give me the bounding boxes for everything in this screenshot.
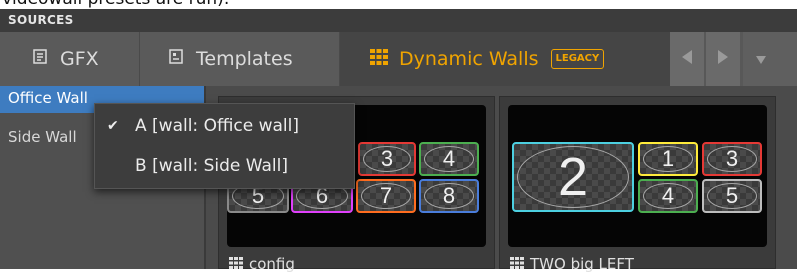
tab-gfx[interactable]: GFX xyxy=(0,32,139,86)
tab-dynamic-walls-label: Dynamic Walls xyxy=(399,48,539,70)
tab-templates[interactable]: Templates xyxy=(139,32,339,86)
preset-card-two-big-left[interactable]: 2 1 3 4 5 TWO big LEFT xyxy=(499,96,776,273)
wall-cell: 1 xyxy=(638,142,698,176)
templates-icon xyxy=(168,48,186,71)
wall-cell: 8 xyxy=(419,179,479,213)
wall-cell: 7 xyxy=(356,179,416,213)
menu-item-label: A [wall: Office wall] xyxy=(135,116,299,136)
grid-icon xyxy=(369,48,389,71)
checkmark-icon: ✔ xyxy=(107,118,119,134)
tab-gfx-label: GFX xyxy=(60,48,99,70)
tab-dynamic-walls[interactable]: Dynamic Walls LEGACY xyxy=(339,32,670,86)
wall-cell: 3 xyxy=(358,142,416,176)
preset-label: TWO big LEFT xyxy=(510,255,634,273)
menu-item-a-office-wall[interactable]: ✔ A [wall: Office wall] xyxy=(95,106,354,146)
gfx-icon xyxy=(32,48,50,71)
preset-label: config xyxy=(229,255,295,273)
triangle-left-icon xyxy=(681,49,693,69)
grid-icon xyxy=(510,255,524,273)
preset-name: config xyxy=(249,255,295,273)
wall-cell: 3 xyxy=(702,142,762,176)
wall-cell: 4 xyxy=(419,142,479,176)
menu-item-label: B [wall: Side Wall] xyxy=(135,156,288,176)
preset-thumbnail: 2 1 3 4 5 xyxy=(508,105,767,247)
menu-item-b-side-wall[interactable]: B [wall: Side Wall] xyxy=(95,146,354,186)
legacy-badge: LEGACY xyxy=(550,49,605,69)
chevron-down-icon xyxy=(755,50,767,69)
wall-cell: 4 xyxy=(638,179,698,213)
wall-assignment-menu: ✔ A [wall: Office wall] B [wall: Side Wa… xyxy=(94,103,355,189)
triangle-right-icon xyxy=(717,49,729,69)
scroll-left-button[interactable] xyxy=(670,32,704,86)
scroll-right-button[interactable] xyxy=(706,32,740,86)
wall-cell: 5 xyxy=(702,179,762,213)
more-tabs-button[interactable] xyxy=(743,32,797,86)
tab-templates-label: Templates xyxy=(196,48,293,70)
caption-text: videowall presets are run): xyxy=(2,0,230,9)
panel-title: SOURCES xyxy=(0,9,797,32)
wall-cell: 2 xyxy=(512,142,634,212)
tab-bar: GFX Templates Dynamic Walls LEGACY xyxy=(0,32,797,86)
preset-name: TWO big LEFT xyxy=(530,255,634,273)
grid-icon xyxy=(229,255,243,273)
sources-panel: SOURCES GFX Templates Dynamic Walls LEGA… xyxy=(0,9,797,273)
